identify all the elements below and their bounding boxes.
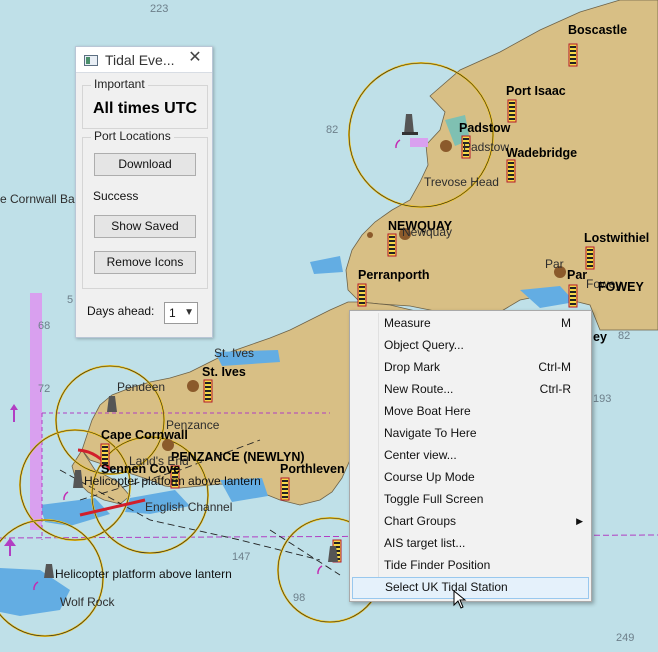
submenu-arrow-icon: ▶ [576, 516, 583, 526]
status-text: Success [93, 189, 139, 203]
menu-item-label: Tide Finder Position [384, 558, 491, 572]
menu-item-ais-target-list[interactable]: AIS target list... [352, 533, 589, 555]
menu-item-move-boat-here[interactable]: Move Boat Here [352, 401, 589, 423]
menu-item-chart-groups[interactable]: Chart Groups ▶ [352, 511, 589, 533]
tide-station-icon[interactable] [568, 284, 578, 308]
important-label: Important [91, 77, 148, 91]
menu-item-label: Center view... [384, 448, 457, 462]
tide-station-icon[interactable] [387, 233, 397, 257]
tide-station-icon[interactable] [506, 159, 516, 183]
label-par-plain: Par [545, 257, 564, 271]
depth-sounding: 82 [618, 330, 631, 342]
menu-item-object-query[interactable]: Object Query... [352, 335, 589, 357]
label-trevose-head: Trevose Head [424, 175, 499, 189]
label-wadebridge: Wadebridge [506, 146, 578, 160]
label-st-ives-plain: St. Ives [214, 346, 255, 360]
app-window-icon [84, 55, 98, 66]
tide-station-icon[interactable] [357, 283, 367, 307]
label-st-ives: St. Ives [202, 365, 246, 379]
menu-item-label: Measure [384, 316, 431, 330]
depth-sounding: 193 [593, 393, 612, 405]
label-wolf-rock: Wolf Rock [60, 595, 115, 609]
label-perranporth: Perranporth [358, 268, 430, 282]
menu-item-label: Toggle Full Screen [384, 492, 484, 506]
menu-item-label: Navigate To Here [384, 426, 477, 440]
menu-item-tide-finder-position[interactable]: Tide Finder Position [352, 555, 589, 577]
label-fowey: FOWEY [598, 280, 644, 294]
days-ahead-select[interactable]: 1 ▼ [164, 302, 198, 324]
menu-item-center-view[interactable]: Center view... [352, 445, 589, 467]
days-ahead-label: Days ahead: [87, 304, 155, 318]
menu-item-new-route[interactable]: New Route... Ctrl-R [352, 379, 589, 401]
label-lostwithiel: Lostwithiel [584, 231, 650, 245]
depth-sounding: 72 [38, 383, 51, 395]
label-boscastle: Boscastle [568, 23, 628, 37]
menu-shortcut: Ctrl-R [539, 382, 571, 396]
label-padstow: Padstow [459, 121, 511, 135]
label-cape-cornwall: Cape Cornwall [101, 428, 188, 442]
port-locations-label: Port Locations [91, 129, 174, 143]
label-pendeen: Pendeen [117, 380, 166, 394]
label-port-isaac: Port Isaac [506, 84, 566, 98]
mouse-pointer-icon [453, 590, 467, 609]
tide-station-icon[interactable] [585, 246, 595, 270]
port-locations-group: Port Locations Download Success Show Sav… [82, 129, 208, 289]
download-button[interactable]: Download [94, 153, 196, 176]
context-menu: Measure M Object Query... Drop Mark Ctrl-M… [349, 310, 592, 602]
label-cornwall-bank: e Cornwall Ba [0, 192, 75, 206]
label-porthleven: Porthleven [280, 462, 345, 476]
depth-sounding: 98 [293, 592, 306, 604]
label-par: Par [567, 268, 588, 282]
menu-item-label: Course Up Mode [384, 470, 475, 484]
depth-sounding: 223 [150, 3, 169, 15]
window-titlebar[interactable]: Tidal Eve... ✕ [76, 47, 212, 73]
depth-sounding: 68 [38, 320, 51, 332]
depth-sounding: 147 [232, 551, 251, 563]
menu-item-label: New Route... [384, 382, 454, 396]
remove-icons-button[interactable]: Remove Icons [94, 251, 196, 274]
menu-item-measure[interactable]: Measure M [352, 313, 589, 335]
menu-item-label: Chart Groups [384, 514, 457, 528]
label-helicopter-platform: Helicopter platform above lantern [55, 567, 232, 581]
important-group: Important All times UTC [82, 77, 208, 129]
window-title: Tidal Eve... [105, 52, 175, 68]
menu-shortcut: M [561, 316, 571, 330]
label-partial: ey [593, 330, 607, 344]
menu-item-label: Move Boat Here [384, 404, 471, 418]
menu-shortcut: Ctrl-M [538, 360, 571, 374]
menu-item-label: Object Query... [384, 338, 464, 352]
days-ahead-value: 1 [169, 306, 176, 320]
tide-station-icon[interactable] [280, 477, 290, 501]
menu-item-label: Select UK Tidal Station [385, 580, 508, 594]
menu-item-select-uk-tidal-station[interactable]: Select UK Tidal Station [352, 577, 589, 599]
label-padstow-plain: Padstow [463, 140, 510, 154]
label-newquay-plain: Newquay [402, 225, 453, 239]
tide-station-icon[interactable] [507, 99, 517, 123]
depth-sounding: 82 [326, 124, 339, 136]
label-helicopter-platform: Helicopter platform above lantern [84, 474, 261, 488]
chevron-down-icon: ▼ [184, 307, 194, 318]
depth-sounding: 5 [67, 294, 74, 306]
depth-sounding: 249 [616, 632, 635, 644]
close-button[interactable]: ✕ [178, 47, 212, 69]
tide-station-icon[interactable] [568, 43, 578, 67]
menu-item-navigate-to-here[interactable]: Navigate To Here [352, 423, 589, 445]
menu-item-toggle-full-screen[interactable]: Toggle Full Screen [352, 489, 589, 511]
menu-item-drop-mark[interactable]: Drop Mark Ctrl-M [352, 357, 589, 379]
times-utc-text: All times UTC [93, 100, 198, 117]
menu-item-course-up-mode[interactable]: Course Up Mode [352, 467, 589, 489]
tidal-events-window: Tidal Eve... ✕ Important All times UTC P… [75, 46, 213, 338]
menu-item-label: AIS target list... [384, 536, 466, 550]
show-saved-button[interactable]: Show Saved [94, 215, 196, 238]
tide-station-icon[interactable] [203, 379, 213, 403]
label-english-channel: English Channel [145, 500, 233, 514]
menu-item-label: Drop Mark [384, 360, 441, 374]
